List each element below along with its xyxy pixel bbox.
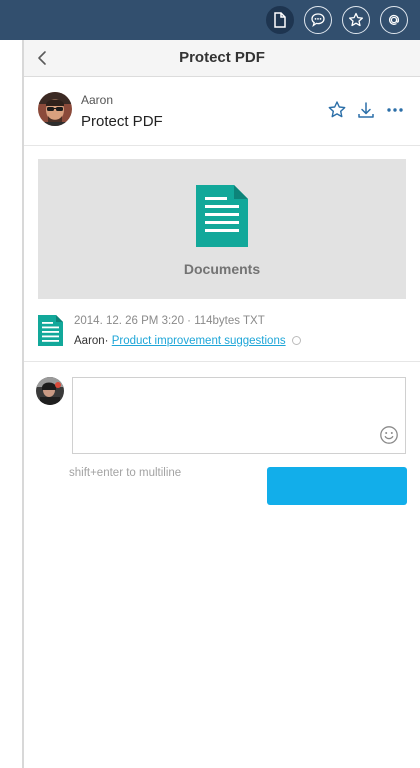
project-link[interactable]: Product improvement suggestions — [112, 335, 286, 347]
panel-title: Protect PDF — [179, 49, 265, 66]
download-icon[interactable] — [355, 99, 377, 121]
avatar[interactable] — [38, 92, 72, 126]
file-type-icon — [38, 315, 63, 346]
comment-icon[interactable] — [304, 6, 332, 34]
file-source: Aaron· Product improvement suggestions — [74, 335, 301, 347]
detail-panel: Protect PDF Aaron Protect PDF Documents … — [24, 40, 420, 768]
at-icon[interactable] — [380, 6, 408, 34]
current-user-avatar — [36, 377, 64, 405]
section-divider — [24, 361, 420, 362]
left-edge-panel — [0, 40, 24, 768]
comment-input-box[interactable] — [72, 377, 406, 454]
top-toolbar — [0, 0, 420, 40]
file-meta: 2014. 12. 26 PM 3:20 · 114bytes TXT — [74, 315, 265, 327]
author-name: Aaron — [81, 93, 114, 107]
file-info: 2014. 12. 26 PM 3:20 · 114bytes TXT Aaro… — [38, 310, 408, 350]
submit-comment-button[interactable] — [267, 467, 407, 505]
comment-input[interactable] — [73, 378, 405, 453]
document-title: Protect PDF — [81, 113, 163, 130]
document-icon[interactable] — [266, 6, 294, 34]
file-owner: Aaron· — [74, 335, 109, 347]
emoji-icon[interactable] — [379, 425, 399, 445]
multiline-hint: shift+enter to multiline — [69, 467, 182, 479]
favorite-star-icon[interactable] — [326, 99, 348, 121]
document-icon — [196, 185, 248, 247]
more-options-icon[interactable] — [384, 99, 406, 121]
star-icon[interactable] — [342, 6, 370, 34]
preview-label: Documents — [183, 261, 261, 277]
panel-header: Protect PDF — [24, 40, 420, 77]
post-header: Aaron Protect PDF — [24, 77, 420, 146]
document-preview[interactable]: Documents — [38, 159, 406, 299]
back-chevron-icon[interactable] — [34, 49, 52, 67]
info-icon — [291, 336, 301, 346]
